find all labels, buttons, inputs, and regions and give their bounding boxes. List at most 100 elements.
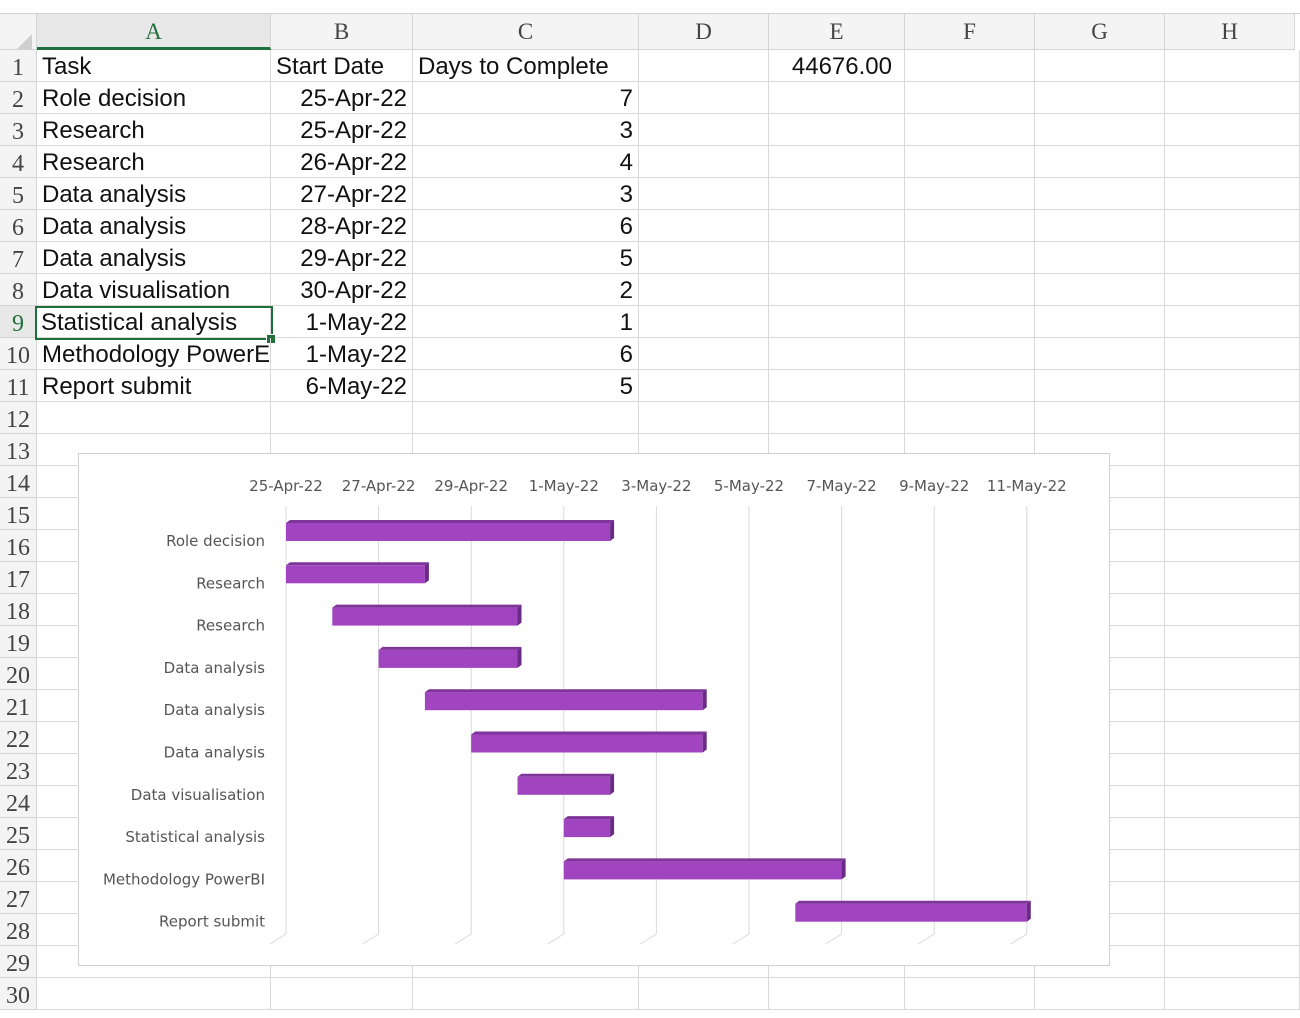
grid-cell[interactable]: [905, 274, 1035, 306]
row-header[interactable]: 23: [0, 754, 37, 786]
row-header[interactable]: 12: [0, 402, 37, 434]
grid-cell[interactable]: [1035, 274, 1165, 306]
cell-c9[interactable]: 1: [413, 306, 639, 338]
row-header[interactable]: 2: [0, 82, 37, 114]
row-header[interactable]: 3: [0, 114, 37, 146]
grid-cell[interactable]: [1165, 434, 1300, 466]
grid-cell[interactable]: [639, 402, 769, 434]
grid-cell[interactable]: [639, 178, 769, 210]
row-header[interactable]: 21: [0, 690, 37, 722]
grid-cell[interactable]: [413, 402, 639, 434]
grid-cell[interactable]: [769, 338, 905, 370]
grid-cell[interactable]: [1165, 946, 1300, 978]
grid-cell[interactable]: [769, 82, 905, 114]
column-header-c[interactable]: C: [413, 14, 639, 50]
grid-cell[interactable]: [1165, 914, 1300, 946]
cell-c10[interactable]: 6: [413, 338, 639, 370]
grid-cell[interactable]: [1035, 306, 1165, 338]
row-header[interactable]: 7: [0, 242, 37, 274]
grid-cell[interactable]: [639, 306, 769, 338]
select-all-button[interactable]: [0, 14, 37, 60]
grid-cell[interactable]: [1165, 50, 1300, 82]
cell-a8[interactable]: Data visualisation: [37, 274, 271, 306]
grid-cell[interactable]: [1165, 370, 1300, 402]
grid-cell[interactable]: [1035, 370, 1165, 402]
column-header-d[interactable]: D: [639, 14, 769, 50]
grid-cell[interactable]: [1035, 82, 1165, 114]
grid-cell[interactable]: [639, 210, 769, 242]
grid-cell[interactable]: [639, 50, 769, 82]
grid-cell[interactable]: [1165, 818, 1300, 850]
grid-cell[interactable]: [1035, 114, 1165, 146]
row-header[interactable]: 26: [0, 850, 37, 882]
grid-cell[interactable]: [1035, 50, 1165, 82]
grid-cell[interactable]: [905, 306, 1035, 338]
row-header[interactable]: 22: [0, 722, 37, 754]
row-header[interactable]: 1: [0, 50, 37, 82]
row-header[interactable]: 29: [0, 946, 37, 978]
cell-c7[interactable]: 5: [413, 242, 639, 274]
row-header[interactable]: 19: [0, 626, 37, 658]
row-header[interactable]: 20: [0, 658, 37, 690]
grid-cell[interactable]: [1165, 850, 1300, 882]
column-header-a[interactable]: A: [37, 14, 271, 50]
grid-cell[interactable]: [905, 82, 1035, 114]
cell-a3[interactable]: Research: [37, 114, 271, 146]
row-header[interactable]: 4: [0, 146, 37, 178]
row-header[interactable]: 9: [0, 306, 37, 338]
grid-cell[interactable]: [905, 338, 1035, 370]
grid-cell[interactable]: [413, 978, 639, 1010]
cell-b7[interactable]: 29-Apr-22: [271, 242, 413, 274]
grid-cell[interactable]: [769, 402, 905, 434]
grid-cell[interactable]: [639, 978, 769, 1010]
column-header-h[interactable]: H: [1165, 14, 1295, 50]
row-header[interactable]: 18: [0, 594, 37, 626]
cell-b9[interactable]: 1-May-22: [271, 306, 413, 338]
cell-c5[interactable]: 3: [413, 178, 639, 210]
grid-cell[interactable]: [769, 274, 905, 306]
grid-cell[interactable]: [1165, 82, 1300, 114]
grid-cell[interactable]: [639, 338, 769, 370]
grid-cell[interactable]: [905, 50, 1035, 82]
grid-cell[interactable]: [271, 978, 413, 1010]
grid-cell[interactable]: [1035, 178, 1165, 210]
cell-c2[interactable]: 7: [413, 82, 639, 114]
row-header[interactable]: 28: [0, 914, 37, 946]
cell-b4[interactable]: 26-Apr-22: [271, 146, 413, 178]
cell-a10[interactable]: Methodology PowerE: [37, 338, 271, 370]
grid-cell[interactable]: [769, 114, 905, 146]
grid-cell[interactable]: [1165, 114, 1300, 146]
grid-cell[interactable]: [1165, 338, 1300, 370]
grid-cell[interactable]: [769, 178, 905, 210]
grid-cell[interactable]: [1165, 786, 1300, 818]
cell-c4[interactable]: 4: [413, 146, 639, 178]
grid-cell[interactable]: [639, 370, 769, 402]
row-header[interactable]: 16: [0, 530, 37, 562]
grid-cell[interactable]: [769, 146, 905, 178]
cell-b11[interactable]: 6-May-22: [271, 370, 413, 402]
grid-cell[interactable]: [1165, 306, 1300, 338]
grid-cell[interactable]: [271, 402, 413, 434]
grid-cell[interactable]: [905, 210, 1035, 242]
column-header-e[interactable]: E: [769, 14, 905, 50]
grid-cell[interactable]: [1165, 178, 1300, 210]
grid-cell[interactable]: [1165, 626, 1300, 658]
cell-a9-selected[interactable]: Statistical analysis: [35, 306, 273, 340]
cell-e1[interactable]: 44676.00: [769, 50, 905, 82]
grid-cell[interactable]: [37, 978, 271, 1010]
grid-cell[interactable]: [1165, 690, 1300, 722]
grid-cell[interactable]: [769, 306, 905, 338]
grid-cell[interactable]: [1165, 594, 1300, 626]
cell-b2[interactable]: 25-Apr-22: [271, 82, 413, 114]
grid-cell[interactable]: [1165, 754, 1300, 786]
cell-a2[interactable]: Role decision: [37, 82, 271, 114]
row-header[interactable]: 5: [0, 178, 37, 210]
grid-cell[interactable]: [1165, 658, 1300, 690]
grid-cell[interactable]: [639, 82, 769, 114]
cell-a1[interactable]: Task: [37, 50, 271, 82]
grid-cell[interactable]: [1165, 882, 1300, 914]
row-header[interactable]: 30: [0, 978, 37, 1010]
gantt-chart[interactable]: 25-Apr-22 27-Apr-22 29-Apr-22 1-May-22 3-May…: [78, 453, 1110, 966]
cell-b3[interactable]: 25-Apr-22: [271, 114, 413, 146]
row-header[interactable]: 11: [0, 370, 37, 402]
